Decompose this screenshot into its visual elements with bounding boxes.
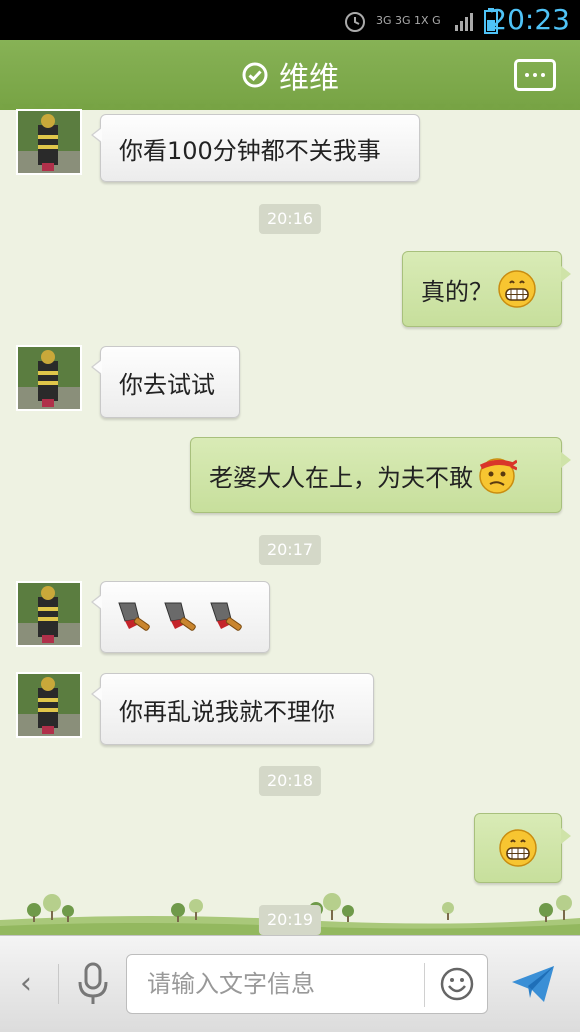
sent-message[interactable]: 真的？	[402, 251, 571, 327]
grin-emoji-icon	[498, 270, 536, 308]
message-input-bar: ‹ 请输入文字信息	[0, 935, 580, 1032]
title-wrap: 维维	[0, 40, 580, 110]
check-circle-icon	[242, 62, 268, 88]
more-options-button[interactable]	[514, 59, 556, 91]
divider	[58, 964, 59, 1004]
received-message[interactable]: 你再乱说我就不理你	[91, 673, 374, 745]
input-placeholder: 请输入文字信息	[147, 970, 315, 998]
avatar-photo	[18, 583, 80, 645]
cleaver-knife-icon	[164, 602, 196, 631]
received-message[interactable]	[91, 581, 270, 653]
network-type-label: 3G 3G 1X G	[376, 14, 441, 27]
sent-message[interactable]	[474, 813, 571, 883]
contact-avatar[interactable]	[16, 581, 82, 647]
timestamp: 20:17	[258, 535, 322, 565]
message-text: 你再乱说我就不理你	[119, 697, 335, 726]
contact-avatar[interactable]	[16, 345, 82, 411]
cleaver-knife-icon	[118, 602, 150, 631]
contact-name: 维维	[279, 61, 339, 96]
more-dot	[541, 73, 545, 77]
contact-avatar[interactable]	[16, 672, 82, 738]
angry-headband-emoji-icon	[479, 458, 517, 494]
avatar-photo	[18, 347, 80, 409]
timestamp: 20:18	[258, 766, 322, 796]
paper-plane-icon[interactable]	[510, 962, 556, 1004]
alarm-icon	[345, 12, 365, 32]
timestamp: 20:19	[258, 905, 322, 935]
more-dot	[533, 73, 537, 77]
status-bar: 3G 3G 1X G 20:23	[0, 0, 580, 40]
cleaver-knife-icon	[210, 602, 242, 631]
avatar-photo	[18, 674, 80, 736]
contact-avatar[interactable]	[16, 109, 82, 175]
chat-header: 维维	[0, 40, 580, 110]
avatar-photo	[18, 111, 80, 173]
status-time: 20:23	[489, 3, 570, 36]
grin-emoji-icon	[499, 829, 537, 867]
received-message[interactable]: 你去试试	[91, 346, 240, 418]
message-text: 真的？	[421, 277, 493, 306]
microphone-icon[interactable]	[76, 962, 110, 1006]
chevron-left-icon[interactable]: ‹	[20, 966, 32, 1002]
message-text: 你去试试	[119, 370, 215, 399]
input-divider	[424, 963, 425, 1007]
message-text: 你看100分钟都不关我事	[119, 136, 381, 165]
header-scallop-edge	[0, 104, 580, 112]
smiley-icon[interactable]	[439, 966, 475, 1002]
timestamp: 20:16	[258, 204, 322, 234]
received-message[interactable]: 你看100分钟都不关我事	[91, 114, 420, 182]
message-input[interactable]: 请输入文字信息	[126, 954, 488, 1014]
sent-message[interactable]: 老婆大人在上，为夫不敢	[190, 437, 571, 513]
more-dot	[525, 73, 529, 77]
signal-icon	[455, 13, 473, 31]
status-icons: 3G 3G 1X G	[342, 8, 498, 34]
message-text: 老婆大人在上，为夫不敢	[209, 463, 473, 492]
